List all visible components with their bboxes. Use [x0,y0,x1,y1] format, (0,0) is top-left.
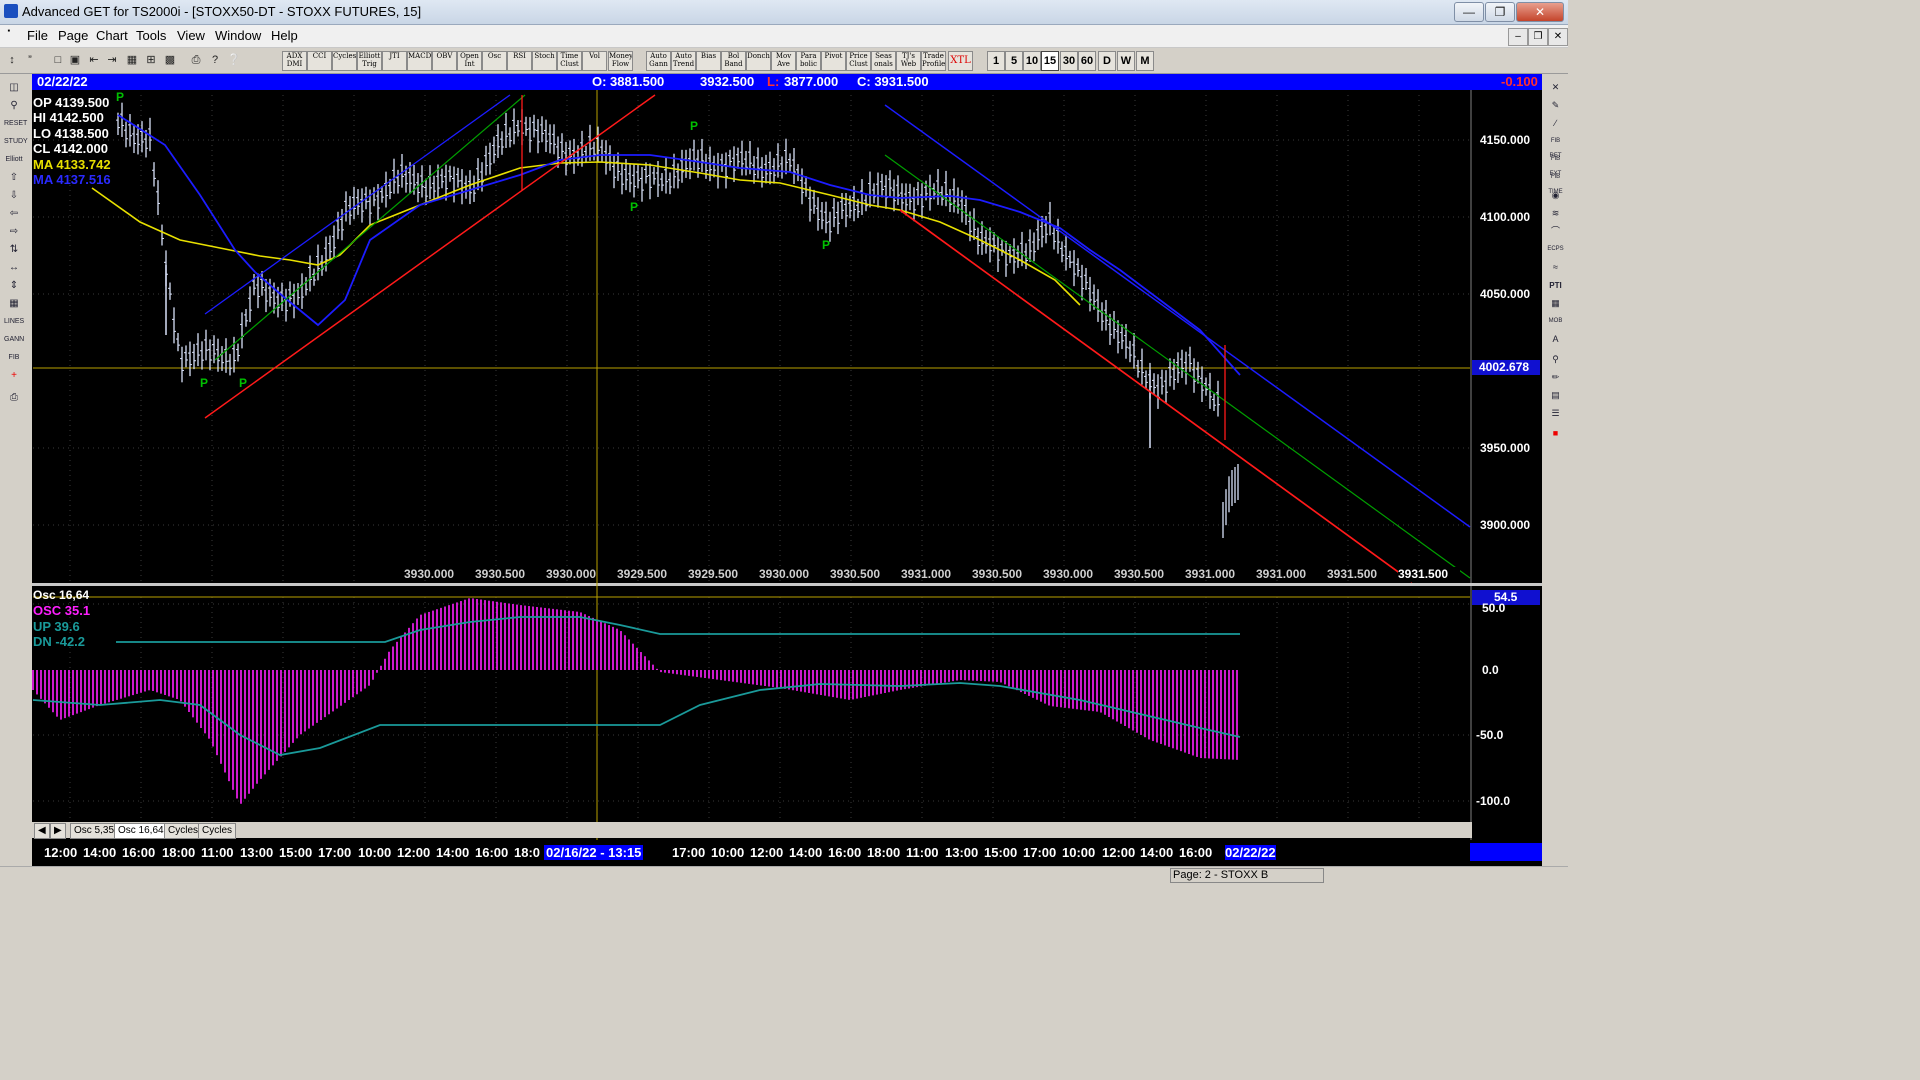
time-tick: 15:00 [984,845,1018,860]
current-price-label: 4002.678 [1479,360,1530,374]
time-tick: 14:00 [1140,845,1174,860]
time-tick: 11:00 [201,845,234,860]
bar-close-readout: 3929.500 [688,567,739,581]
tab-cycles-2[interactable]: Cycles [198,823,237,839]
pivot-label: P [239,376,248,390]
pivot-label: P [690,119,699,133]
time-tick: 15:00 [279,845,313,860]
time-tick: 14:00 [83,845,117,860]
panel-splitter [32,583,1542,586]
time-tick: 02/22/22 [1225,845,1276,860]
osc-up-value: UP 39.6 [33,619,80,634]
time-tick: 02/16/22 - 13:15 [544,845,644,860]
bar-close-readout: 3930.000 [1043,567,1094,581]
time-tick: 12:00 [1102,845,1136,860]
channel-lower-red [899,209,1413,583]
osc-tick: -100.0 [1476,794,1511,808]
info-cl: CL 4142.000 [33,141,108,156]
channel-upper-blue [204,94,511,315]
time-tick: 14:00 [789,845,823,860]
bar-close-readout: 3930.500 [830,567,881,581]
time-tick: 18:00 [867,845,901,860]
info-hi: HI 4142.500 [33,110,104,125]
time-tick: 16:00 [1179,845,1213,860]
time-tick: 17:00 [318,845,352,860]
time-tick: 17:00 [672,845,706,860]
pivot-label: P [630,200,639,214]
info-ma-blue: MA 4137.516 [33,172,111,187]
bar-close-readout: 3931.000 [1185,567,1236,581]
channel-mid-green [884,154,1471,579]
tab-scroll-right[interactable]: ▶ [50,823,66,839]
time-tick: 16:00 [475,845,509,860]
tab-osc-16-64[interactable]: Osc 16,64 [114,823,168,839]
bar-close-readout: 3930.500 [972,567,1023,581]
pivot-label: P [116,90,125,104]
info-lo: LO 4138.500 [33,126,109,141]
channel-upper-blue [884,104,1471,528]
status-page: Page: 2 - STOXX B [1170,868,1324,883]
bar-close-readout: 3931.500 [1327,567,1378,581]
bar-close-readout: 3931.000 [901,567,952,581]
osc-upper-band [116,616,1240,643]
time-tick: 12:00 [44,845,78,860]
time-tick: 16:00 [828,845,862,860]
price-tick: 4150.000 [1480,133,1531,147]
osc-tick: -50.0 [1476,728,1504,742]
channel-mid-green [214,94,526,361]
channel-lower-red [204,94,656,419]
time-tick: 18:0 [514,845,541,860]
osc-tick: 0.0 [1482,663,1499,677]
price-tick: 3950.000 [1480,441,1531,455]
osc-value: OSC 35.1 [33,603,91,618]
pivot-label: P [200,376,209,390]
time-axis-end-marker [1470,843,1542,861]
osc-dn-value: DN -42.2 [33,634,86,649]
time-tick: 18:00 [162,845,196,860]
time-tick: 13:00 [240,845,274,860]
tab-cycles[interactable]: Cycles [164,823,203,839]
status-bar: Page: 2 - STOXX B [0,866,1568,883]
price-chart-svg [32,90,1542,840]
time-tick: 16:00 [122,845,156,860]
time-tick: 10:00 [1062,845,1096,860]
bar-close-readout: 3930.000 [759,567,810,581]
bar-close-readout: 3930.500 [475,567,526,581]
current-price-marker: 4002.678 [1472,360,1540,375]
time-tick: 12:00 [397,845,431,860]
time-tick: 17:00 [1023,845,1057,860]
time-tick: 12:00 [750,845,784,860]
time-tick: 10:00 [358,845,392,860]
time-tick: 13:00 [945,845,979,860]
time-tick: 10:00 [711,845,745,860]
ma-blue-line [117,114,1241,376]
pivot-label: P [822,238,831,252]
osc-tick: 50.0 [1482,601,1506,615]
price-tick: 3900.000 [1480,518,1531,532]
price-tick: 4100.000 [1480,210,1531,224]
info-ma-yellow: MA 4133.742 [33,157,111,172]
time-axis: 12:00 14:00 16:00 18:00 11:00 13:00 15:00 17:00… [32,843,1542,861]
time-tick: 14:00 [436,845,470,860]
price-tick: 4050.000 [1480,287,1531,301]
bar-close-readout: 3930.500 [1114,567,1165,581]
bar-close-readout: 3929.500 [617,567,668,581]
bar-close-readout: 3930.000 [404,567,455,581]
osc-lower-band [32,682,1241,756]
tab-scroll-left[interactable]: ◀ [34,823,50,839]
info-op: OP 4139.500 [33,95,110,110]
last-price-label: 3931.500 [1398,567,1460,582]
indicator-tabs: ◀ ▶ Osc 5,35 Osc 16,64 Cycles Cycles [32,822,1472,839]
time-tick: 11:00 [906,845,939,860]
osc-title: Osc 16,64 [33,588,90,602]
tab-osc-5-35[interactable]: Osc 5,35 [70,823,119,839]
bar-close-readout: 3930.000 [546,567,597,581]
bar-close-readout: 3931.000 [1256,567,1307,581]
